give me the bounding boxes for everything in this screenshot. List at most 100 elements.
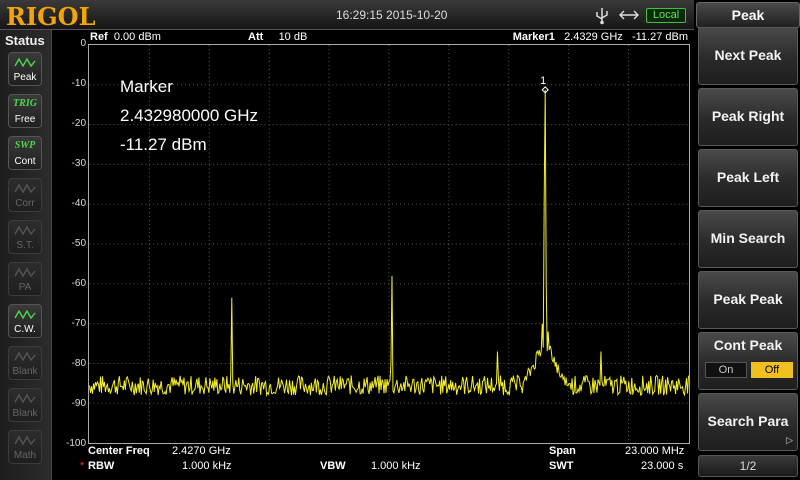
marker-readout: Marker 2.432980000 GHz -11.27 dBm xyxy=(120,72,258,159)
status-corr-label: Corr xyxy=(15,198,35,209)
cont-peak-off-option[interactable]: Off xyxy=(751,362,793,378)
status-cw-icon xyxy=(9,308,41,324)
status-st-label: S.T. xyxy=(16,240,34,251)
y-tick-label: -30 xyxy=(71,158,86,169)
status-peak-icon xyxy=(9,56,41,72)
status-panel: Status Peak TRIG Free SWP Cont Corr S.T. PA C.W.… xyxy=(0,30,52,480)
rbw-label: RBW xyxy=(88,460,115,472)
cont-peak-on-option[interactable]: On xyxy=(705,362,747,378)
status-corr-icon xyxy=(9,182,41,198)
submenu-arrow-icon: ▷ xyxy=(786,435,793,445)
measurement-footer: Center Freq 2.4270 GHz Span 23.000 MHz *… xyxy=(80,444,694,480)
brand-logo: RIGOL xyxy=(6,2,96,31)
y-tick-label: -20 xyxy=(71,118,86,129)
status-swp-tag: SWP xyxy=(14,140,36,151)
status-blank1-button[interactable]: Blank xyxy=(8,346,42,380)
remote-status-badge: Local xyxy=(646,8,686,23)
att-value: 10 dB xyxy=(278,31,308,43)
next-peak-label: Next Peak xyxy=(714,47,782,63)
search-para-button[interactable]: Search Para ▷ xyxy=(698,393,798,451)
marker-summary-amp: -11.27 dBm xyxy=(631,31,688,43)
y-tick-label: 0 xyxy=(80,38,86,49)
status-st-icon xyxy=(9,224,41,240)
ref-label: Ref xyxy=(90,31,108,43)
y-tick-label: -40 xyxy=(71,198,86,209)
vbw-value[interactable]: 1.000 kHz xyxy=(371,460,421,472)
peak-left-button[interactable]: Peak Left xyxy=(698,149,798,207)
lan-icon xyxy=(619,10,639,20)
softkey-menu: Peak Next Peak Peak Right Peak Left Min … xyxy=(696,0,800,480)
status-swp-icon: SWP xyxy=(9,140,41,156)
peak-left-label: Peak Left xyxy=(716,169,780,185)
attenuation: Att 10 dB xyxy=(248,31,307,43)
ref-level: Ref 0.00 dBm xyxy=(90,31,161,43)
date-time: 16:29:15 2015-10-20 xyxy=(336,8,448,22)
status-blank2-icon xyxy=(9,392,41,408)
marker-readout-frequency: 2.432980000 GHz xyxy=(120,106,258,125)
status-cw-label: C.W. xyxy=(14,324,36,335)
span-value[interactable]: 23.000 MHz xyxy=(625,445,684,457)
status-math-button[interactable]: Math xyxy=(8,430,42,464)
marker-summary: Marker1 2.4329 GHz -11.27 dBm xyxy=(513,31,688,43)
y-tick-label: -50 xyxy=(71,238,86,249)
status-blank1-label: Blank xyxy=(12,366,38,377)
status-peak-label: Peak xyxy=(13,72,37,83)
search-para-label: Search Para xyxy=(707,413,789,429)
cont-peak-toggle[interactable]: Cont Peak On Off xyxy=(698,332,798,390)
peak-peak-button[interactable]: Peak Peak xyxy=(698,271,798,329)
status-corr-button[interactable]: Corr xyxy=(8,178,42,212)
min-search-button[interactable]: Min Search xyxy=(698,210,798,268)
marker-number: 1 xyxy=(540,75,546,87)
rbw-value[interactable]: 1.000 kHz xyxy=(182,460,232,472)
menu-page-indicator[interactable]: 1/2 xyxy=(698,455,798,477)
vbw-label: VBW xyxy=(320,460,346,472)
status-title: Status xyxy=(5,33,45,48)
top-bar: RIGOL 16:29:15 2015-10-20 Local xyxy=(0,0,694,31)
status-math-label: Math xyxy=(13,450,37,461)
y-tick-label: -60 xyxy=(71,278,86,289)
next-peak-button[interactable]: Next Peak xyxy=(698,27,798,85)
marker-label: Marker1 xyxy=(512,31,555,43)
y-tick-label: -90 xyxy=(71,398,86,409)
menu-title: Peak xyxy=(696,2,800,28)
rbw-manual-indicator: * xyxy=(80,460,85,472)
min-search-label: Min Search xyxy=(710,230,786,246)
status-blank2-button[interactable]: Blank xyxy=(8,388,42,422)
usb-icon xyxy=(596,8,608,25)
status-math-icon xyxy=(9,434,41,450)
att-label: Att xyxy=(248,31,264,43)
marker-summary-freq: 2.4329 GHz xyxy=(564,31,623,43)
status-trig-label: Free xyxy=(14,114,36,125)
span-label: Span xyxy=(549,445,576,457)
status-pa-label: PA xyxy=(18,282,32,293)
status-peak-button[interactable]: Peak xyxy=(8,52,42,86)
y-tick-label: -70 xyxy=(71,318,86,329)
status-swp-button[interactable]: SWP Cont xyxy=(8,136,42,170)
marker-1[interactable]: 1 xyxy=(540,75,549,94)
status-pa-button[interactable]: PA xyxy=(8,262,42,296)
status-blank2-label: Blank xyxy=(12,408,38,419)
status-trig-button[interactable]: TRIG Free xyxy=(8,94,42,128)
status-trig-icon: TRIG xyxy=(9,98,41,114)
status-trig-tag: TRIG xyxy=(13,98,37,109)
status-swp-label: Cont xyxy=(14,156,36,167)
center-freq-label: Center Freq xyxy=(88,445,150,457)
measurement-header: Ref 0.00 dBm Att 10 dB Marker1 2.4329 GH… xyxy=(88,30,690,44)
cont-peak-switch[interactable]: On Off xyxy=(705,362,793,378)
status-cw-button[interactable]: C.W. xyxy=(8,304,42,338)
status-st-button[interactable]: S.T. xyxy=(8,220,42,254)
swt-label: SWT xyxy=(549,460,574,472)
status-pa-icon xyxy=(9,266,41,282)
center-freq-value[interactable]: 2.4270 GHz xyxy=(172,445,231,457)
y-tick-label: -10 xyxy=(71,78,86,89)
peak-peak-label: Peak Peak xyxy=(713,291,783,307)
marker-readout-title: Marker xyxy=(120,77,173,96)
y-tick-label: -80 xyxy=(71,358,86,369)
swt-value[interactable]: 23.000 s xyxy=(641,460,683,472)
cont-peak-label: Cont Peak xyxy=(713,337,783,353)
peak-right-button[interactable]: Peak Right xyxy=(698,88,798,146)
peak-right-label: Peak Right xyxy=(711,108,785,124)
ref-value: 0.00 dBm xyxy=(113,31,161,43)
status-blank1-icon xyxy=(9,350,41,366)
marker-readout-amplitude: -11.27 dBm xyxy=(120,135,207,154)
